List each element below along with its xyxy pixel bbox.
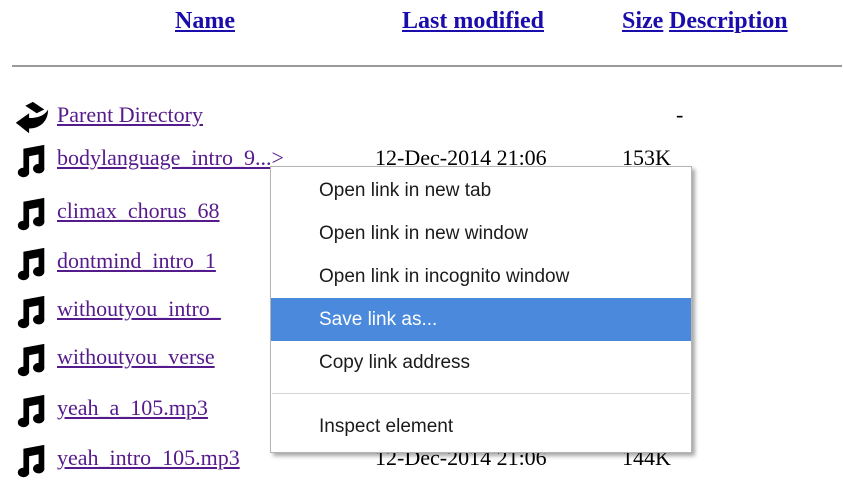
- music-note-icon: [17, 144, 45, 178]
- menu-item-inspect-element[interactable]: Inspect element: [271, 405, 691, 448]
- column-header-last-modified[interactable]: Last modified: [402, 8, 544, 35]
- file-link[interactable]: climax_chorus_68: [57, 198, 220, 224]
- parent-directory-link[interactable]: Parent Directory: [57, 102, 203, 128]
- music-note-icon: [17, 394, 45, 428]
- file-link[interactable]: bodylanguage_intro_9...>: [57, 145, 284, 171]
- menu-item-open-new-tab[interactable]: Open link in new tab: [271, 169, 691, 212]
- file-link[interactable]: yeah_a_105.mp3: [57, 395, 208, 421]
- music-note-icon: [17, 197, 45, 231]
- column-header-name[interactable]: Name: [175, 8, 235, 35]
- column-header-description[interactable]: Description: [669, 8, 788, 35]
- file-link[interactable]: withoutyou_verse: [57, 344, 215, 370]
- file-link[interactable]: dontmind_intro_1: [57, 248, 216, 274]
- menu-item-open-new-window[interactable]: Open link in new window: [271, 212, 691, 255]
- back-arrow-icon: [15, 101, 49, 134]
- file-link[interactable]: withoutyou_intro_: [57, 296, 221, 322]
- parent-directory-row: Parent Directory -: [0, 100, 844, 140]
- file-link[interactable]: yeah_intro_105.mp3: [57, 445, 240, 471]
- music-note-icon: [17, 247, 45, 281]
- column-header-size[interactable]: Size: [622, 8, 663, 35]
- music-note-icon: [17, 444, 45, 478]
- context-menu: Open link in new tab Open link in new wi…: [270, 166, 692, 453]
- music-note-icon: [17, 295, 45, 329]
- menu-item-save-link-as[interactable]: Save link as...: [271, 298, 691, 341]
- music-note-icon: [17, 343, 45, 377]
- menu-item-open-incognito[interactable]: Open link in incognito window: [271, 255, 691, 298]
- menu-separator: [272, 393, 690, 394]
- menu-item-copy-link-address[interactable]: Copy link address: [271, 341, 691, 384]
- parent-size: -: [676, 102, 684, 127]
- header-divider: [12, 65, 842, 67]
